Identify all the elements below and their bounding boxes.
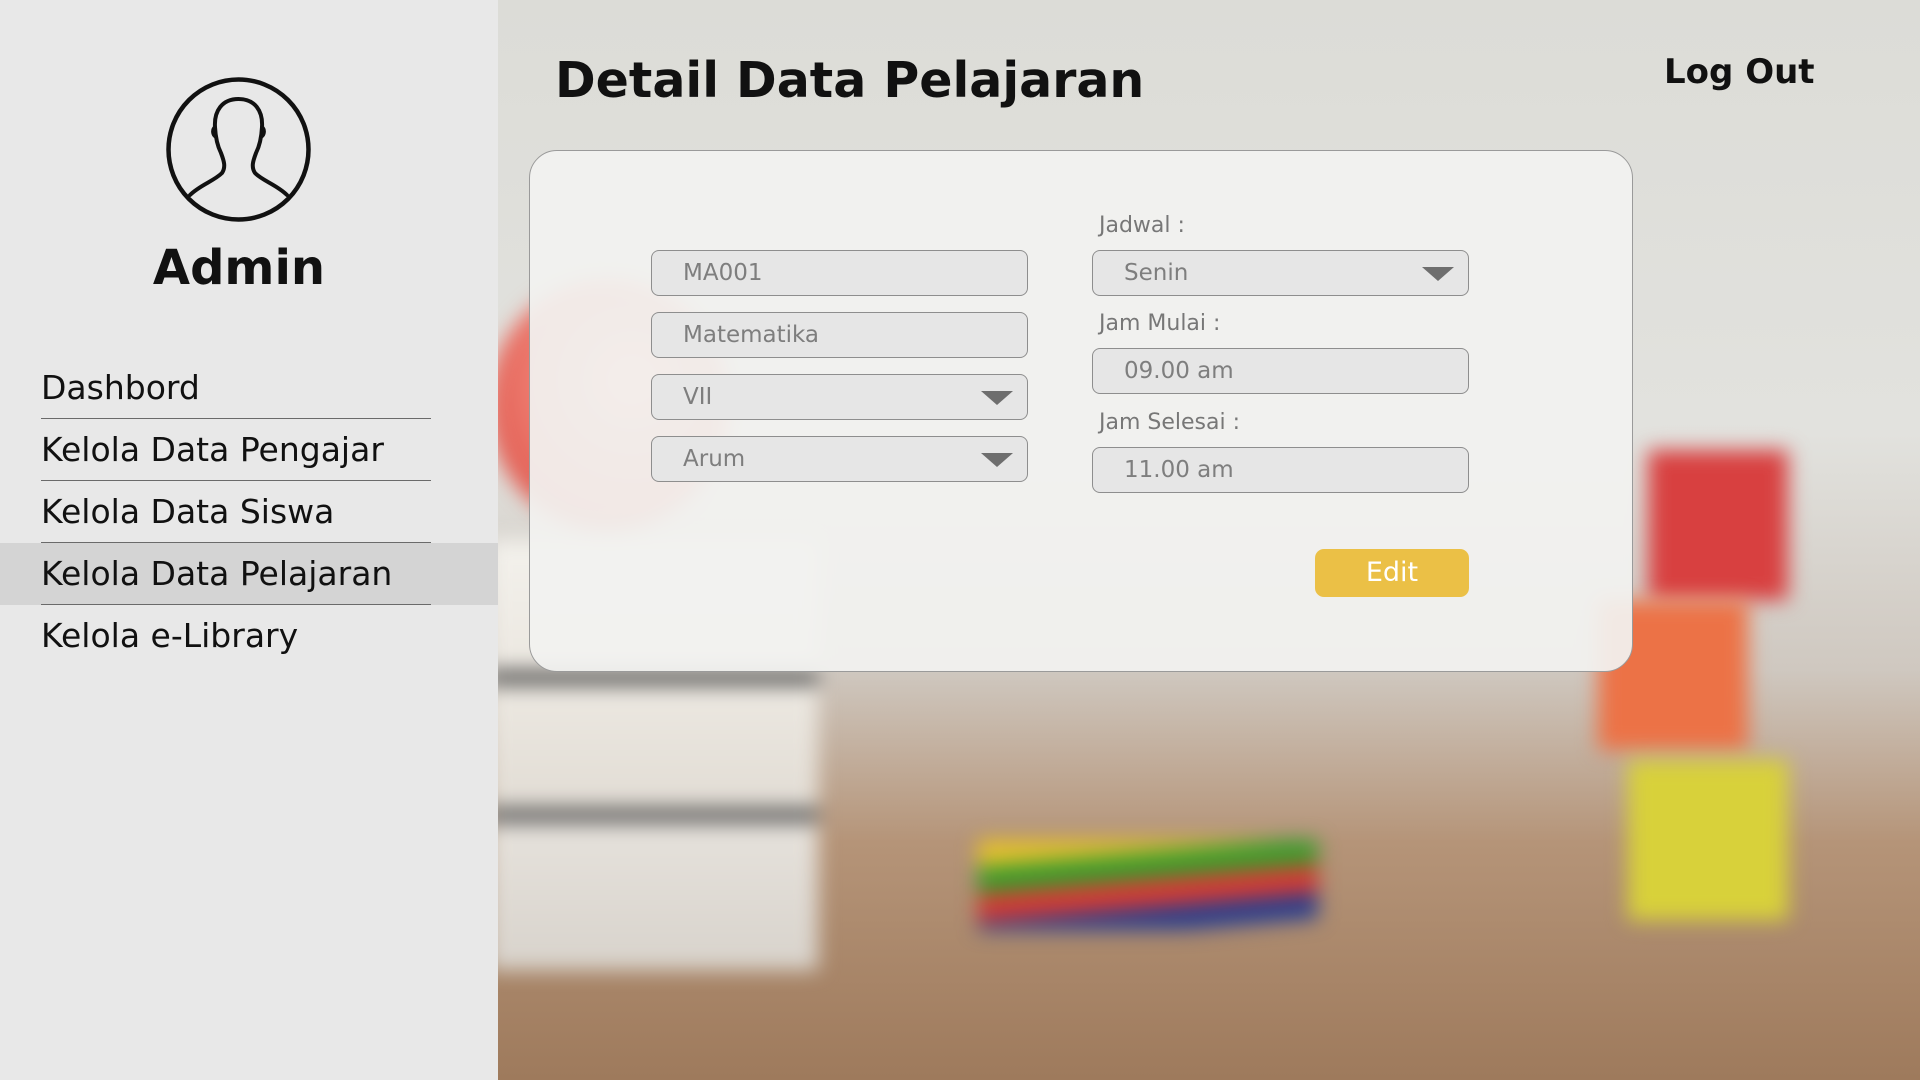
page-title: Detail Data Pelajaran — [555, 52, 1145, 109]
sidebar-item-label: Kelola Data Pengajar — [41, 430, 384, 469]
logout-button[interactable]: Log Out — [1664, 52, 1815, 92]
sidebar-item-label: Kelola Data Pelajaran — [41, 554, 393, 593]
chevron-down-icon — [981, 453, 1013, 467]
jadwal-select[interactable]: Senin — [1092, 250, 1469, 296]
user-name: Admin — [152, 240, 326, 296]
block-a — [1648, 450, 1788, 600]
sidebar-item-label: Kelola Data Siswa — [41, 492, 335, 531]
sidebar-item-label: Dashbord — [41, 368, 200, 407]
kelas-select[interactable]: VII — [651, 374, 1028, 420]
edit-button[interactable]: Edit — [1315, 549, 1469, 597]
chevron-down-icon — [1422, 267, 1454, 281]
jadwal-value: Senin — [1124, 260, 1189, 286]
kode-field[interactable]: MA001 — [651, 250, 1028, 296]
jam-mulai-label: Jam Mulai : — [1099, 311, 1221, 336]
chevron-down-icon — [981, 391, 1013, 405]
pengajar-value: Arum — [683, 446, 746, 472]
sidebar-item-label: Kelola e-Library — [41, 616, 299, 655]
block-c — [1628, 760, 1788, 920]
jadwal-label: Jadwal : — [1099, 213, 1185, 238]
jam-mulai-field[interactable]: 09.00 am — [1092, 348, 1469, 394]
app-window: Admin Dashbord Kelola Data Pengajar Kelo… — [0, 0, 1920, 1080]
sidebar-item-kelola-data-pengajar[interactable]: Kelola Data Pengajar — [0, 419, 498, 481]
jam-mulai-value: 09.00 am — [1124, 358, 1234, 384]
nama-pelajaran-value: Matematika — [683, 322, 820, 348]
sidebar-item-kelola-data-siswa[interactable]: Kelola Data Siswa — [0, 481, 498, 543]
kode-value: MA001 — [683, 260, 763, 286]
sidebar: Admin Dashbord Kelola Data Pengajar Kelo… — [0, 0, 498, 1080]
kelas-value: VII — [683, 384, 713, 410]
sidebar-nav: Dashbord Kelola Data Pengajar Kelola Dat… — [0, 357, 498, 667]
jam-selesai-field[interactable]: 11.00 am — [1092, 447, 1469, 493]
sidebar-item-kelola-e-library[interactable]: Kelola e-Library — [0, 605, 498, 667]
jam-selesai-value: 11.00 am — [1124, 457, 1234, 483]
jam-selesai-label: Jam Selesai : — [1099, 410, 1241, 435]
sidebar-item-dashboard[interactable]: Dashbord — [0, 357, 498, 419]
nama-pelajaran-field[interactable]: Matematika — [651, 312, 1028, 358]
user-avatar-icon — [166, 77, 311, 222]
pengajar-select[interactable]: Arum — [651, 436, 1028, 482]
sidebar-item-kelola-data-pelajaran[interactable]: Kelola Data Pelajaran — [0, 543, 498, 605]
pencils — [978, 840, 1318, 930]
